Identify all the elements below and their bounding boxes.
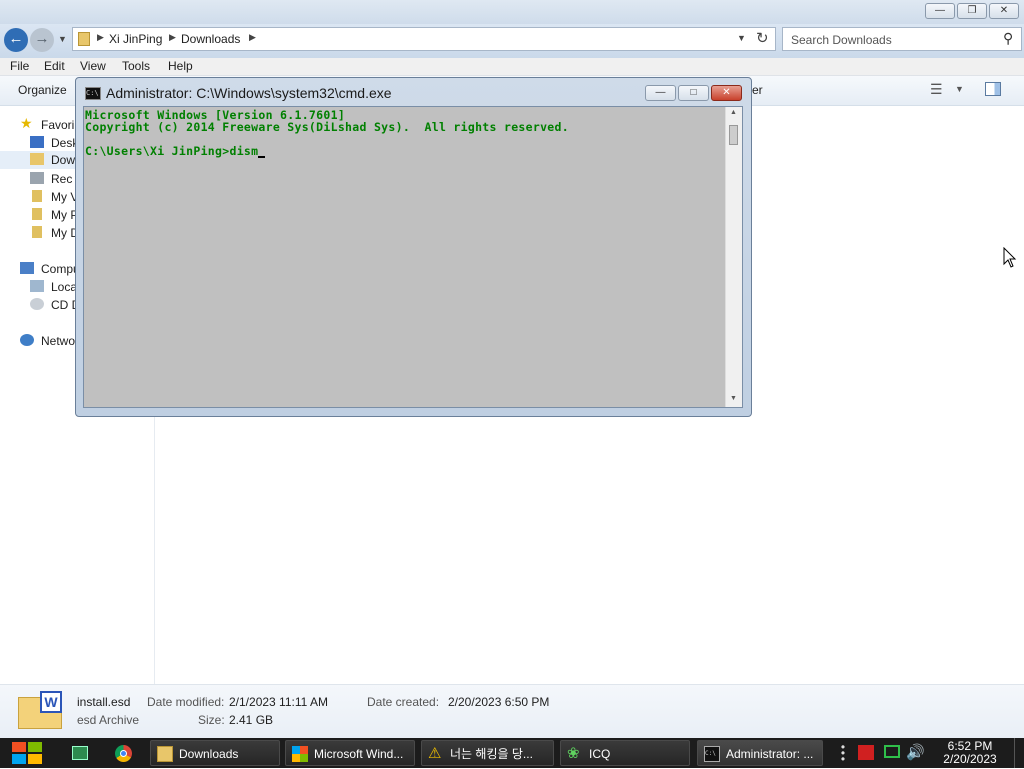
desktop-icon: [30, 136, 44, 148]
console-line: C:\Users\Xi JinPing>dism: [85, 144, 259, 158]
date-modified-value: 2/1/2023 11:11 AM: [229, 695, 328, 709]
search-input[interactable]: Search Downloads ⚲: [782, 27, 1022, 51]
folder-icon: [157, 746, 173, 762]
file-name: install.esd: [77, 695, 131, 709]
breadcrumb-user[interactable]: Xi JinPing: [109, 32, 162, 46]
menu-tools[interactable]: Tools: [122, 59, 150, 73]
cmd-minimize-button[interactable]: —: [645, 85, 676, 101]
network-icon: [20, 334, 34, 346]
address-bar[interactable]: ▶ Xi JinPing ▶ Downloads ▶ ▼ ↻: [72, 27, 776, 51]
cmd-icon: C:\: [85, 87, 101, 100]
cmd-maximize-button[interactable]: □: [678, 85, 709, 101]
system-clock[interactable]: 6:52 PM 2/20/2023: [930, 740, 1010, 766]
cmd-console[interactable]: Microsoft Windows [Version 6.1.7601] Cop…: [83, 106, 743, 408]
esd-archive-file-icon: W: [18, 691, 64, 729]
scroll-up-icon[interactable]: ▲: [730, 109, 737, 116]
pictures-folder-icon: [32, 208, 42, 220]
view-options-icon[interactable]: ☰: [930, 81, 943, 98]
taskbar-item-hacked-warning[interactable]: ⚠ 너는 해킹을 당...: [421, 740, 554, 766]
restore-button[interactable]: ❐: [957, 3, 987, 19]
start-button[interactable]: [10, 740, 44, 766]
icq-flower-icon: ❀: [567, 745, 580, 762]
console-prompt-line: C:\Users\Xi JinPing>dism: [85, 144, 266, 158]
details-pane: W install.esd esd Archive Date modified:…: [0, 684, 1024, 738]
menu-edit[interactable]: Edit: [44, 59, 65, 73]
show-desktop-icon[interactable]: [72, 746, 88, 760]
taskbar-item-downloads[interactable]: Downloads: [150, 740, 280, 766]
chevron-right-icon: ▶: [249, 32, 256, 42]
date-modified-label: Date modified:: [147, 695, 225, 709]
cmd-close-button[interactable]: ✕: [711, 85, 742, 101]
taskbar: Downloads Microsoft Wind... ⚠ 너는 해킹을 당..…: [0, 738, 1024, 768]
menu-file[interactable]: File: [10, 59, 29, 73]
show-desktop-button[interactable]: [1014, 738, 1024, 768]
network-status-icon[interactable]: [884, 745, 900, 758]
file-type: esd Archive: [77, 713, 140, 727]
scrollbar-thumb[interactable]: [729, 125, 738, 145]
address-row: ← → ▼ ▶ Xi JinPing ▶ Downloads ▶ ▼ ↻ Sea…: [0, 24, 1024, 58]
console-line: Copyright (c) 2014 Freeware Sys(DiLshad …: [85, 120, 569, 134]
refresh-icon[interactable]: ↻: [756, 29, 769, 47]
computer-icon: [20, 262, 34, 274]
organize-button[interactable]: Organize: [18, 83, 67, 97]
volume-icon[interactable]: 🔊: [906, 743, 925, 761]
size-label: Size:: [198, 713, 225, 727]
star-icon: ★: [20, 116, 33, 131]
cutoff-command-text[interactable]: er: [752, 83, 763, 97]
cmd-icon: C:\: [704, 746, 720, 762]
cmd-window[interactable]: C:\ Administrator: C:\Windows\system32\c…: [75, 77, 752, 417]
back-button[interactable]: ←: [4, 28, 28, 52]
minimize-button[interactable]: —: [925, 3, 955, 19]
clock-date: 2/20/2023: [943, 752, 997, 766]
explorer-titlebar[interactable]: — ❐ ✕: [0, 0, 1024, 24]
search-icon[interactable]: ⚲: [1003, 30, 1013, 47]
recent-pages-dropdown-icon[interactable]: ▼: [58, 34, 67, 44]
cd-drive-icon: [30, 298, 44, 310]
windows-flag-icon: [292, 746, 308, 762]
downloads-folder-icon: [30, 153, 44, 165]
menu-help[interactable]: Help: [168, 59, 193, 73]
taskbar-item-microsoft-windows[interactable]: Microsoft Wind...: [285, 740, 415, 766]
action-center-flag-icon[interactable]: [858, 745, 874, 760]
menu-view[interactable]: View: [80, 59, 106, 73]
size-value: 2.41 GB: [229, 713, 274, 727]
windows-logo-icon: [12, 742, 42, 764]
folder-icon: [78, 32, 90, 46]
console-scrollbar[interactable]: ▲ ▼: [725, 107, 742, 407]
menu-bar: File Edit View Tools Help: [0, 58, 1024, 76]
chrome-icon[interactable]: [115, 745, 132, 762]
videos-folder-icon: [32, 190, 42, 202]
date-created-value: 2/20/2023 6:50 PM: [448, 695, 550, 709]
close-button[interactable]: ✕: [989, 3, 1019, 19]
view-dropdown-icon[interactable]: ▼: [955, 84, 964, 94]
date-created-label: Date created:: [367, 695, 440, 709]
chevron-right-icon: ▶: [97, 32, 104, 42]
scroll-down-icon[interactable]: ▼: [730, 395, 737, 402]
address-dropdown-icon[interactable]: ▼: [737, 33, 746, 43]
overflow-dots-icon[interactable]: • • •: [840, 741, 846, 765]
cmd-title: Administrator: C:\Windows\system32\cmd.e…: [106, 85, 392, 101]
breadcrumb-downloads[interactable]: Downloads: [181, 32, 240, 46]
text-cursor: [258, 156, 266, 158]
recent-places-icon: [30, 172, 44, 184]
forward-button[interactable]: →: [30, 28, 54, 52]
local-disk-icon: [30, 280, 44, 292]
preview-pane-icon[interactable]: [985, 82, 1001, 96]
search-placeholder: Search Downloads: [791, 33, 892, 47]
mouse-pointer-icon: [1003, 247, 1017, 268]
taskbar-item-icq[interactable]: ❀ ICQ: [560, 740, 690, 766]
taskbar-item-cmd[interactable]: C:\ Administrator: ...: [697, 740, 823, 766]
warning-icon: ⚠: [428, 745, 442, 762]
chevron-right-icon: ▶: [169, 32, 176, 42]
documents-folder-icon: [32, 226, 42, 238]
